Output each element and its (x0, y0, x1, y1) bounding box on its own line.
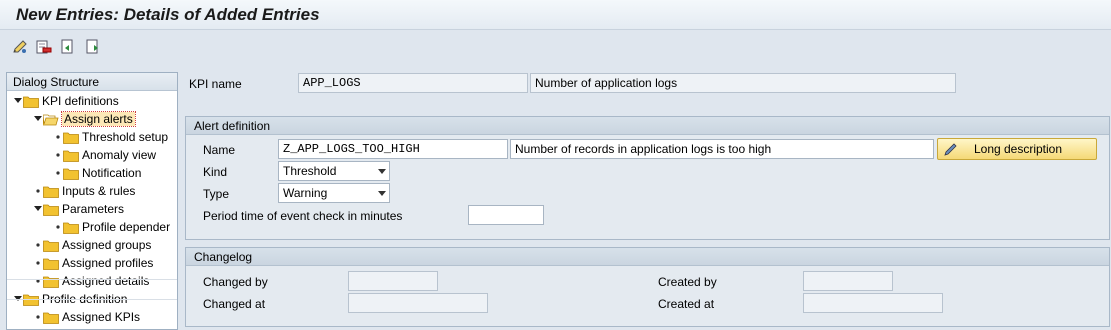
delete-row-icon[interactable] (35, 38, 53, 56)
tree-item[interactable]: Notification (53, 164, 141, 182)
tree-item-label: Parameters (62, 202, 125, 216)
undo-icon[interactable] (59, 38, 77, 56)
folder-icon (43, 239, 59, 252)
created-by-label: Created by (658, 275, 717, 289)
tree-item[interactable]: Profile depender (53, 218, 170, 236)
dialog-structure-title: Dialog Structure (7, 73, 177, 91)
created-by-field (803, 271, 893, 291)
chevron-down-icon (378, 169, 386, 174)
open-folder-icon (42, 113, 59, 126)
tree-item-label: Assign alerts (61, 111, 136, 127)
tree-item[interactable]: Anomaly view (53, 146, 156, 164)
tree-item[interactable]: Threshold setup (53, 128, 168, 146)
created-at-field (803, 293, 943, 313)
kpi-name-label: KPI name (189, 77, 242, 91)
alert-name-field[interactable]: Z_APP_LOGS_TOO_HIGH (278, 139, 508, 159)
kpi-description-field: Number of application logs (530, 73, 956, 93)
tree-item[interactable]: Assign alerts (33, 110, 136, 128)
bullet-icon (33, 308, 43, 326)
folder-icon (43, 257, 59, 270)
folder-icon (63, 131, 79, 144)
folder-icon (43, 203, 59, 216)
folder-icon (63, 221, 79, 234)
tree-item[interactable]: KPI definitions (13, 92, 119, 110)
tree-item-label: Assigned groups (62, 238, 152, 252)
type-value: Warning (283, 186, 328, 200)
tree-item-label: Assigned details (62, 274, 150, 288)
changed-by-field (348, 271, 438, 291)
alert-name-description-field[interactable]: Number of records in application logs is… (510, 139, 934, 159)
edit-pen-icon[interactable] (11, 38, 29, 56)
folder-icon (63, 167, 79, 180)
alert-definition-title: Alert definition (186, 117, 1109, 135)
tree-item[interactable]: Inputs & rules (33, 182, 135, 200)
alert-name-label: Name (203, 143, 236, 157)
bullet-icon (53, 146, 63, 164)
created-at-label: Created at (658, 297, 715, 311)
next-entry-icon[interactable] (84, 38, 102, 56)
tree-divider (7, 299, 177, 300)
expand-triangle-icon[interactable] (13, 92, 23, 110)
page-title: New Entries: Details of Added Entries (16, 5, 320, 24)
title-bar: New Entries: Details of Added Entries (0, 0, 1111, 30)
tree-item-label: Inputs & rules (62, 184, 136, 198)
dialog-structure-panel: Dialog Structure KPI definitions Assign a… (6, 72, 178, 330)
chevron-down-icon (378, 191, 386, 196)
changed-at-field (348, 293, 488, 313)
folder-icon (43, 275, 59, 288)
long-description-button[interactable]: Long description (937, 138, 1097, 160)
tree-item-label: Profile depender (82, 220, 171, 234)
bullet-icon (53, 218, 63, 236)
bullet-icon (33, 182, 43, 200)
expand-triangle-icon[interactable] (33, 110, 43, 128)
kpi-name-field[interactable]: APP_LOGS (298, 73, 528, 93)
type-label: Type (203, 187, 230, 201)
folder-icon (63, 149, 79, 162)
tree-item-label: Assigned KPIs (62, 310, 141, 324)
tree-item[interactable]: Assigned details (33, 272, 149, 290)
kind-value: Threshold (283, 164, 337, 178)
changed-at-label: Changed at (203, 297, 266, 311)
tree-item-label: Notification (82, 166, 142, 180)
tree-divider (7, 279, 177, 280)
type-select[interactable]: Warning (278, 183, 390, 203)
tree-item-label: Assigned profiles (62, 256, 154, 270)
folder-icon (43, 311, 59, 324)
tree-item[interactable]: Assigned profiles (33, 254, 153, 272)
folder-icon (43, 185, 59, 198)
expand-triangle-icon[interactable] (33, 200, 43, 218)
period-label: Period time of event check in minutes (203, 209, 403, 223)
alert-definition-group: Alert definition Name Z_APP_LOGS_TOO_HIG… (185, 116, 1110, 240)
changelog-group: Changelog Changed by Changed at Created … (185, 247, 1110, 327)
tree-item[interactable]: Assigned groups (33, 236, 151, 254)
long-description-label: Long description (973, 142, 1063, 156)
changelog-title: Changelog (186, 248, 1109, 266)
tree-item[interactable]: Assigned KPIs (33, 308, 140, 326)
tree-item-label: Anomaly view (82, 148, 157, 162)
pencil-icon (944, 143, 957, 156)
kind-select[interactable]: Threshold (278, 161, 390, 181)
changed-by-label: Changed by (203, 275, 268, 289)
tree-item-label: KPI definitions (42, 94, 119, 108)
bullet-icon (33, 254, 43, 272)
bullet-icon (33, 236, 43, 254)
tree-item[interactable]: Parameters (33, 200, 124, 218)
main-content: KPI name APP_LOGS Number of application … (182, 66, 1111, 330)
bullet-icon (53, 164, 63, 182)
bullet-icon (33, 272, 43, 290)
folder-icon (23, 95, 39, 108)
kind-label: Kind (203, 165, 228, 179)
bullet-icon (53, 128, 63, 146)
tree-item-label: Threshold setup (82, 130, 169, 144)
application-toolbar (0, 31, 1111, 63)
period-input[interactable] (468, 205, 544, 225)
